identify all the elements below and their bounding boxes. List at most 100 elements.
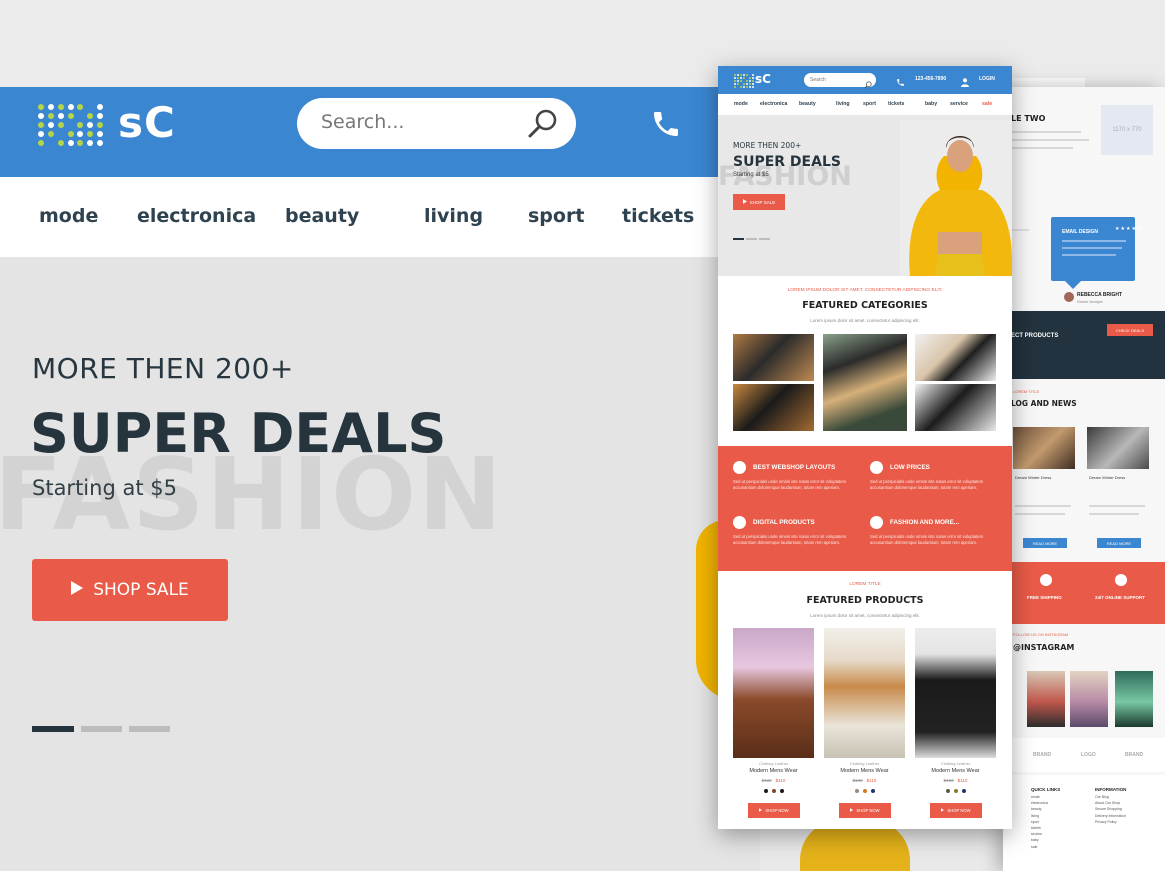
service-label: FREE SHIPPING [1027,595,1062,600]
login-link[interactable]: LOGIN [979,76,995,82]
color-swatch[interactable] [771,789,776,793]
blog-image[interactable] [1087,427,1149,469]
mock-search-bar[interactable] [804,73,876,89]
slide-dot[interactable] [81,726,122,732]
color-swatch[interactable] [961,789,966,793]
logo-mark[interactable] [38,104,104,146]
footer-link[interactable]: mode [1031,795,1040,799]
color-swatch[interactable] [953,789,958,793]
product-category: Clothing Leather [849,761,880,766]
mock-nav-item-sport[interactable]: sport [863,101,876,107]
color-swatch[interactable] [945,789,950,793]
instagram-eyebrow: FOLLOW US ON INSTAGRAM [1013,632,1069,637]
product-name[interactable]: Modern Mens Wear [733,768,814,774]
shop-now-button[interactable]: SHOP NOW [748,803,800,818]
phone-icon[interactable] [650,108,682,145]
phone-icon[interactable] [896,74,905,92]
slide-dot[interactable] [759,238,770,240]
mock-nav-item-living[interactable]: living [836,101,850,107]
footer-link[interactable]: baby [1031,838,1039,842]
slide-dot[interactable] [746,238,757,240]
category-image-bowties[interactable] [733,384,814,431]
logo-dot [737,86,739,88]
color-swatch[interactable] [862,789,867,793]
slide-dot[interactable] [129,726,170,732]
instagram-image[interactable] [1115,671,1153,727]
color-swatch[interactable] [763,789,768,793]
search-input[interactable] [321,111,521,133]
mock-hero-headline: SUPER DEALS [733,154,841,170]
footer-link[interactable]: Our Blog [1095,795,1109,799]
shop-sale-button[interactable]: SHOP SALE [32,559,228,621]
product-image[interactable] [733,628,814,758]
nav-item-beauty[interactable]: beauty [285,205,359,227]
search-icon[interactable] [864,76,872,94]
product-image[interactable] [915,628,996,758]
nav-item-living[interactable]: living [424,205,483,227]
mock-nav-item-sale[interactable]: sale [982,101,992,107]
footer-link[interactable]: sale [1031,845,1037,849]
mock-nav-item-beauty[interactable]: beauty [799,101,816,107]
product-name[interactable]: Modern Mens Wear [824,768,905,774]
user-icon[interactable] [961,74,969,92]
color-swatch[interactable] [870,789,875,793]
footer-link[interactable]: beauty [1031,807,1042,811]
phone-number[interactable]: 123-456-7890 [915,76,946,82]
mock-nav-item-tickets[interactable]: tickets [888,101,904,107]
mock-logo-mark[interactable] [734,74,754,88]
footer-link[interactable]: tickets [1031,826,1041,830]
search-bar[interactable] [297,98,576,149]
instagram-image[interactable] [1027,671,1065,727]
category-image-bags[interactable] [915,384,996,431]
footer-link[interactable]: Privacy Policy [1095,820,1117,824]
instagram-image[interactable] [1070,671,1108,727]
logo-dot [740,80,742,82]
nav-item-tickets[interactable]: tickets [622,205,694,227]
mock-nav-item-mode[interactable]: mode [734,101,748,107]
mock-nav-item-baby[interactable]: baby [925,101,937,107]
mock-shop-sale-button[interactable]: SHOP SALE [733,194,785,210]
product-image[interactable] [824,628,905,758]
shop-now-button[interactable]: SHOP NOW [839,803,891,818]
logo-dot [87,122,94,128]
blog-image[interactable] [1013,427,1075,469]
play-icon [742,199,747,205]
footer-link[interactable]: sport [1031,820,1039,824]
logo-text[interactable]: sC [118,98,176,147]
footer-link[interactable]: living [1031,814,1039,818]
avatar [1064,292,1074,302]
text-line [1089,513,1139,515]
read-more-button[interactable]: READ MORE [1097,538,1141,548]
play-icon [941,808,945,813]
mock-search-input[interactable] [810,76,860,84]
footer-link[interactable]: service [1031,832,1042,836]
shop-now-button[interactable]: SHOP NOW [930,803,982,818]
feature-title: FASHION AND MORE... [890,519,960,526]
check-deals-button[interactable]: CHECK DEALS [1107,324,1153,336]
nav-item-sport[interactable]: sport [528,205,584,227]
footer-link[interactable]: electronica [1031,801,1048,805]
category-image-eyewear[interactable] [915,334,996,381]
logo-dot [752,74,754,76]
color-swatch[interactable] [854,789,859,793]
nav-item-electronica[interactable]: electronica [137,205,256,227]
footer-link[interactable]: Delivery information [1095,814,1126,818]
category-image-accessories[interactable] [733,334,814,381]
mock-nav-item-electronica[interactable]: electronica [760,101,787,107]
slide-dot[interactable] [32,726,74,732]
mock-nav-item-service[interactable]: service [950,101,968,107]
product-name[interactable]: Modern Mens Wear [915,768,996,774]
color-swatch[interactable] [779,789,784,793]
category-image-flatlay[interactable] [823,334,907,431]
nav-item-mode[interactable]: mode [39,205,98,227]
text-line [1015,505,1071,507]
footer-link[interactable]: Secure Shopping [1095,807,1122,811]
search-icon[interactable] [527,108,559,145]
logo-dot [87,113,94,119]
read-more-button[interactable]: READ MORE [1023,538,1067,548]
products-subtitle: Lorem ipsum dolor sit amet, consectetur … [810,613,920,618]
footer-link[interactable]: About Our Shop [1095,801,1120,805]
slide-dot[interactable] [733,238,744,240]
mock-logo-text[interactable]: sC [755,72,771,86]
feature-text: Sed ut perspiciatis unde omnis iste natu… [870,479,984,490]
